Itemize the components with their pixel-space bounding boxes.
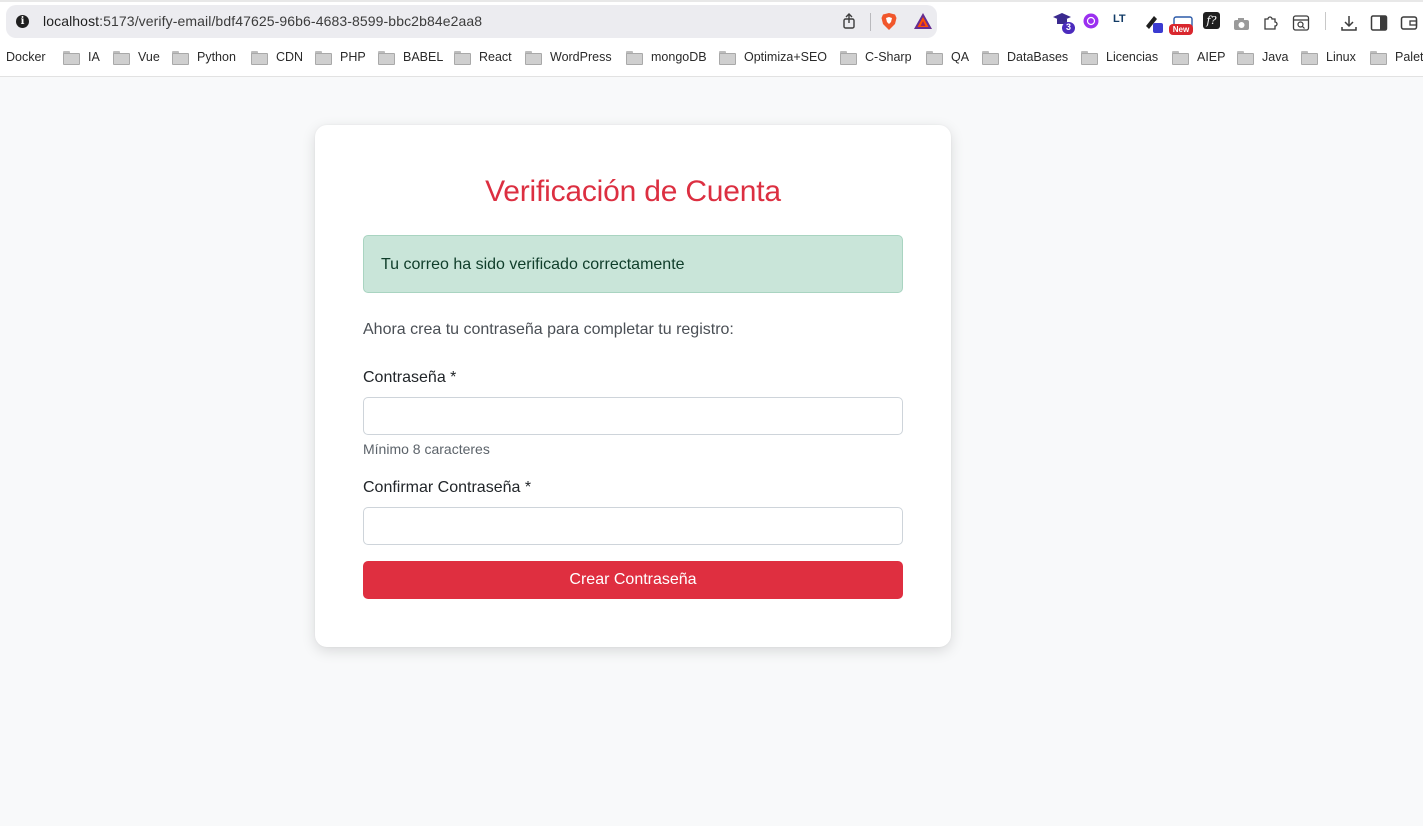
bookmark-php[interactable]: PHP <box>315 49 366 65</box>
bookmark-aiep[interactable]: AIEP <box>1172 49 1226 65</box>
bookmark-wordpress[interactable]: WordPress <box>525 49 612 65</box>
tab-search-icon[interactable] <box>1292 12 1310 34</box>
folder-icon <box>982 51 999 65</box>
graduation-cap-extension-badge: 3 <box>1062 22 1075 34</box>
bookmark-cdn[interactable]: CDN <box>251 49 303 65</box>
bookmark-qa[interactable]: QA <box>926 49 969 65</box>
bookmark-ia[interactable]: IA <box>63 49 100 65</box>
bookmark-python[interactable]: Python <box>172 49 236 65</box>
folder-icon <box>1172 51 1189 65</box>
download-icon[interactable] <box>1340 12 1358 34</box>
bookmark-babel[interactable]: BABEL <box>378 49 443 65</box>
folder-icon <box>525 51 542 65</box>
success-message: Tu correo ha sido verificado correctamen… <box>381 256 685 273</box>
url-host: localhost <box>43 13 100 29</box>
bookmark-licencias[interactable]: Licencias <box>1081 49 1158 65</box>
site-info-icon[interactable]: i <box>16 15 29 28</box>
instruction-text: Ahora crea tu contraseña para completar … <box>363 321 734 338</box>
bookmarks-bar: Docker IA Vue Python CDN PHP BABEL React… <box>0 45 1423 69</box>
share-icon[interactable] <box>840 12 858 30</box>
toolbar-divider <box>1325 12 1326 30</box>
confirm-password-input[interactable] <box>363 507 903 545</box>
success-alert: Tu correo ha sido verificado correctamen… <box>363 235 903 293</box>
bookmark-optimiza-seo[interactable]: Optimiza+SEO <box>719 49 827 65</box>
wallet-icon[interactable] <box>1400 12 1418 34</box>
folder-icon <box>926 51 943 65</box>
folder-icon <box>378 51 395 65</box>
bookmark-react[interactable]: React <box>454 49 512 65</box>
password-input[interactable] <box>363 397 903 435</box>
bookmark-paleta[interactable]: Paleta <box>1370 49 1423 65</box>
chrome-top-border <box>0 0 1423 2</box>
address-bar-divider <box>870 13 871 31</box>
password-hint: Mínimo 8 caracteres <box>363 441 490 457</box>
url-text[interactable]: localhost:5173/verify-email/bdf47625-96b… <box>43 13 482 29</box>
confirm-password-label: Confirmar Contraseña * <box>363 479 532 496</box>
page-title: Verificación de Cuenta <box>485 175 781 208</box>
create-password-button[interactable]: Crear Contraseña <box>363 561 903 599</box>
brave-shields-icon[interactable] <box>880 12 898 31</box>
folder-icon <box>315 51 332 65</box>
camera-extension-icon[interactable] <box>1233 13 1250 35</box>
brave-rewards-icon[interactable] <box>913 12 933 30</box>
folder-icon <box>63 51 80 65</box>
folder-icon <box>251 51 268 65</box>
folder-icon <box>840 51 857 65</box>
bookmark-docker[interactable]: Docker <box>6 49 46 65</box>
bookmark-linux[interactable]: Linux <box>1301 49 1356 65</box>
bookmark-c-sharp[interactable]: C-Sharp <box>840 49 912 65</box>
bookmark-databases[interactable]: DataBases <box>982 49 1068 65</box>
folder-icon <box>626 51 643 65</box>
browser-chrome: i localhost:5173/verify-email/bdf47625-9… <box>0 0 1423 77</box>
folder-icon <box>1370 51 1387 65</box>
password-label: Contraseña * <box>363 369 457 386</box>
function-extension-icon[interactable]: f? <box>1203 12 1220 29</box>
address-bar[interactable]: i localhost:5173/verify-email/bdf47625-9… <box>6 5 937 38</box>
folder-icon <box>172 51 189 65</box>
folder-icon <box>1301 51 1318 65</box>
languagetool-extension-icon[interactable]: LT <box>1113 13 1126 35</box>
bookmark-mongodb[interactable]: mongoDB <box>626 49 707 65</box>
folder-icon <box>113 51 130 65</box>
sidebar-icon[interactable] <box>1370 12 1388 34</box>
bookmark-vue[interactable]: Vue <box>113 49 160 65</box>
bookmark-java[interactable]: Java <box>1237 49 1288 65</box>
new-badge-extension-badge: New <box>1169 24 1193 35</box>
pen-extension-icon[interactable] <box>1143 12 1165 34</box>
url-path: :5173/verify-email/bdf47625-96b6-4683-85… <box>99 13 483 29</box>
folder-icon <box>1081 51 1098 65</box>
folder-icon <box>1237 51 1254 65</box>
verification-card: Verificación de Cuenta Tu correo ha sido… <box>315 125 951 647</box>
purple-circle-extension-icon[interactable] <box>1083 13 1099 29</box>
folder-icon <box>719 51 736 65</box>
folder-icon <box>454 51 471 65</box>
puzzle-extension-icon[interactable] <box>1262 11 1280 33</box>
